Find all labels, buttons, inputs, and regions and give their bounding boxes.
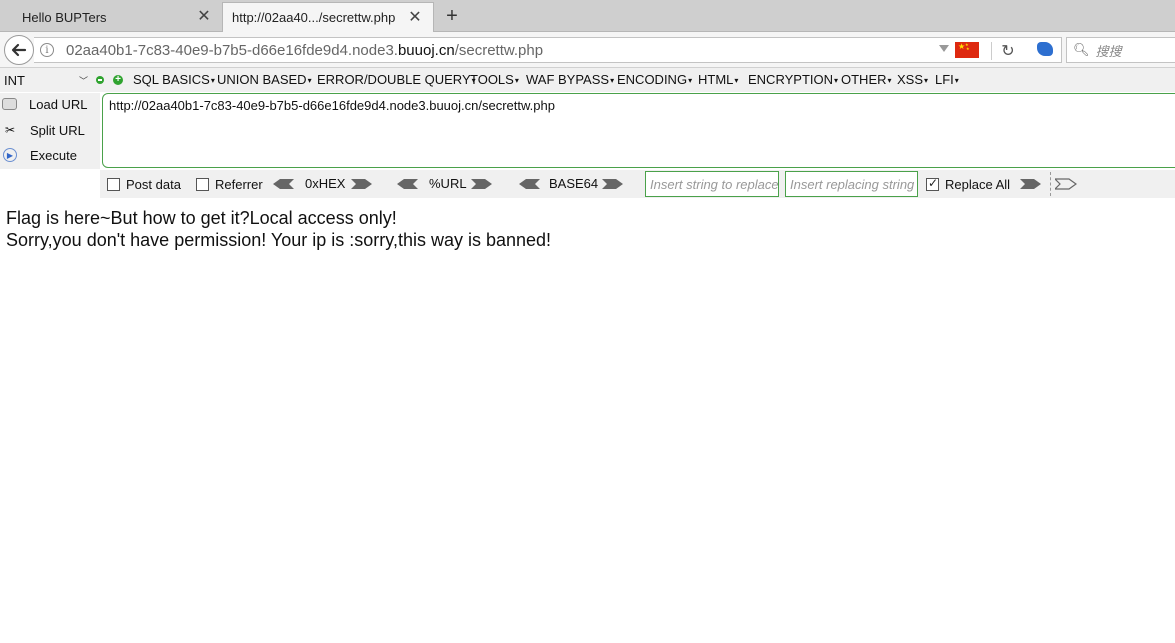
minus-icon[interactable] [96,76,104,84]
hackbar-toolbar: INT ﹀ + SQL BASICS▾ UNION BASED▾ ERROR/D… [0,68,1175,92]
scissors-icon: ✂ [4,123,16,137]
search-icon: 🔍︎ [1073,42,1090,57]
post-data-checkbox[interactable] [107,178,120,191]
close-icon[interactable]: ✕ [407,9,423,26]
post-data-label: Post data [126,177,181,192]
page-content: Flag is here~But how to get it?Local acc… [6,207,551,251]
search-placeholder: 搜搜 [1095,43,1122,59]
menu-html[interactable]: HTML▾ [698,72,738,87]
menu-union-based[interactable]: UNION BASED▾ [217,72,312,87]
base64-label: BASE64 [549,176,599,191]
menu-sql-basics[interactable]: SQL BASICS▾ [133,72,215,87]
url-encode-arrow-icon[interactable] [471,178,493,190]
replace-all-checkbox[interactable] [926,176,939,191]
hackbar-url-value: http://02aa40b1-7c83-40e9-b7b5-d66e16fde… [109,98,555,113]
reload-icon[interactable]: ↻ [997,40,1019,62]
base64-encode-arrow-icon[interactable] [602,178,624,190]
menu-tools[interactable]: TOOLS▾ [470,72,519,87]
tab-label: Hello BUPTers [22,9,107,25]
base64-decode-arrow-icon[interactable] [518,178,540,190]
referrer-label: Referrer [215,177,263,192]
plus-icon[interactable]: + [113,75,123,85]
play-icon: ▶ [3,148,17,162]
divider [991,42,992,60]
url-encode-label: %URL [429,176,467,191]
hackbar-url-textarea[interactable]: http://02aa40b1-7c83-40e9-b7b5-d66e16fde… [102,93,1175,168]
referrer-checkbox[interactable] [196,178,209,191]
replace-all-label: Replace All [945,177,1011,192]
back-button[interactable] [4,35,34,65]
split-url-label: Split URL [30,122,85,138]
replace-arrow-icon[interactable] [1020,178,1042,190]
hackbar-options-row: Post data Referrer 0xHEX %URL BASE64 Ins… [100,170,1175,198]
tab-strip: Hello BUPTers ✕ http://02aa40.../secrett… [0,0,1175,32]
navigation-bar: i 02aa40b1-7c83-40e9-b7b5-d66e16fde9d4.n… [0,32,1175,68]
load-url-label: Load URL [29,96,88,112]
hex-encode-arrow-icon[interactable] [351,178,373,190]
search-input[interactable]: 🔍︎ 搜搜 [1066,37,1175,63]
split-url-button[interactable]: ✂ Split URL [2,119,85,141]
replace-with-input[interactable]: Insert replacing string [785,171,918,197]
china-flag-icon[interactable]: ★ ★ ★ [955,42,979,58]
menu-waf-bypass[interactable]: WAF BYPASS▾ [526,72,614,87]
hex-decode-arrow-icon[interactable] [272,178,294,190]
url-text[interactable]: 02aa40b1-7c83-40e9-b7b5-d66e16fde9d4.nod… [66,42,543,59]
tab-secrettw[interactable]: http://02aa40.../secrettw.php ✕ [222,2,434,32]
new-tab-button[interactable]: + [440,4,464,28]
divider [1050,172,1051,196]
hex-label: 0xHEX [305,176,346,191]
info-icon[interactable]: i [40,43,54,57]
back-arrow-icon [11,43,27,57]
tab-hello-bupters[interactable]: Hello BUPTers ✕ [0,2,222,32]
load-url-icon [2,98,17,110]
execute-label: Execute [30,147,77,163]
execute-button[interactable]: ▶ Execute [2,144,77,166]
page-text-line-1: Flag is here~But how to get it?Local acc… [6,208,397,228]
menu-error-double-query[interactable]: ERROR/DOUBLE QUERY▾ [317,72,476,87]
int-select[interactable]: INT ﹀ [2,71,90,89]
page-text-line-2: Sorry,you don't have permission! Your ip… [6,230,552,250]
menu-xss[interactable]: XSS▾ [897,72,928,87]
menu-encryption[interactable]: ENCRYPTION▾ [748,72,838,87]
close-icon[interactable]: ✕ [196,9,212,25]
replace-next-arrow-icon[interactable] [1055,178,1077,190]
load-url-button[interactable]: Load URL [2,93,88,115]
url-dropdown-icon[interactable] [939,45,949,52]
replace-search-input[interactable]: Insert string to replace [645,171,779,197]
url-bar[interactable]: i 02aa40b1-7c83-40e9-b7b5-d66e16fde9d4.n… [34,37,1062,63]
menu-encoding[interactable]: ENCODING▾ [617,72,692,87]
menu-lfi[interactable]: LFI▾ [935,72,959,87]
addon-icon[interactable] [1037,42,1053,56]
tab-label: http://02aa40.../secrettw.php [232,10,396,25]
chevron-down-icon: ﹀ [78,75,88,86]
menu-other[interactable]: OTHER▾ [841,72,892,87]
hackbar-actions: Load URL ✂ Split URL ▶ Execute [0,93,100,169]
url-decode-arrow-icon[interactable] [396,178,418,190]
int-select-value: INT [4,72,25,88]
